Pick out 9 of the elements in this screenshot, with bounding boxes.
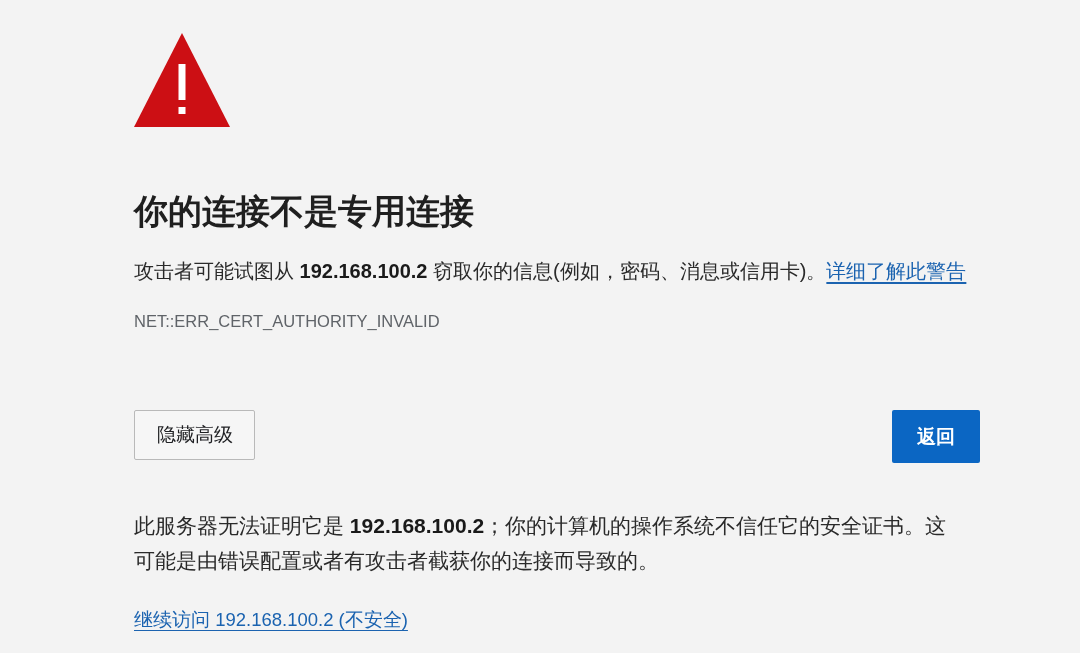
- learn-more-link[interactable]: 详细了解此警告: [826, 260, 967, 282]
- warning-icon: [134, 33, 230, 127]
- page-title: 你的连接不是专用连接: [134, 192, 475, 231]
- advanced-button[interactable]: 隐藏高级: [134, 410, 255, 460]
- warning-message: 攻击者可能试图从 192.168.100.2 窃取你的信息(例如，密码、消息或信用卡)。详细了解此警告: [134, 259, 968, 284]
- proceed-link[interactable]: 继续访问 192.168.100.2 (不安全): [134, 606, 408, 634]
- details-text: 此服务器无法证明它是 192.168.100.2；你的计算机的操作系统不信任它的安全证书。这可能是由错误配置或者有攻击者截获你的连接而导致的。: [134, 513, 948, 574]
- error-code: NET::ERR_CERT_AUTHORITY_INVALID: [134, 311, 441, 332]
- back-button[interactable]: 返回: [892, 410, 980, 463]
